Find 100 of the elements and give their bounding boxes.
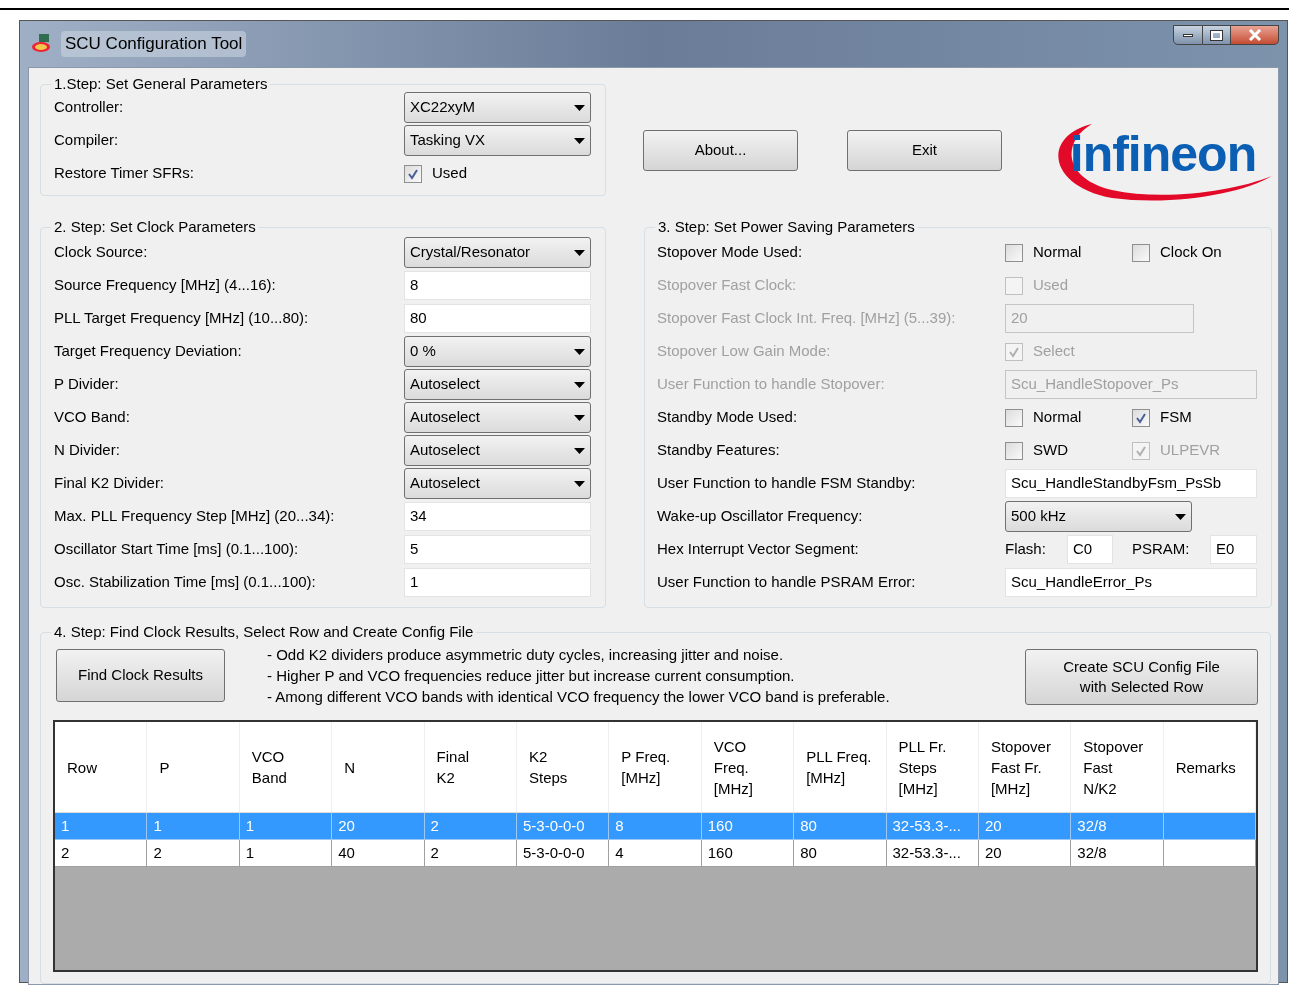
checkbox-label: Select [1033,341,1075,362]
text-field[interactable]: Scu_HandleStandbyFsm_PsSb [1005,469,1257,498]
text-field[interactable]: Scu_HandleError_Ps [1005,568,1257,597]
table-cell: 2 [55,840,148,867]
checkbox-label: ULPEVR [1160,440,1221,461]
window-title: SCU Configuration Tool [61,31,247,57]
field-label: User Function to handle Stopover: [657,374,886,395]
find-results-button[interactable]: Find Clock Results [56,649,225,702]
text-field[interactable]: 5 [404,535,591,564]
column-header[interactable]: N [332,722,425,812]
field-label: Final K2 Divider: [54,473,166,494]
hint-text: - Odd K2 dividers produce asymmetric duty cycles, increasing jitter and noise. [267,645,785,665]
caret-icon [1175,513,1186,520]
dialog-button[interactable]: About... [643,130,798,171]
field-label: User Function to handle FSM Standby: [657,473,917,494]
minimize-button[interactable] [1173,25,1203,45]
table-cell: 4 [609,840,702,867]
column-header[interactable]: Stopover Fast Fr. [MHz] [978,722,1072,812]
dropdown[interactable]: Tasking VX [404,125,591,156]
caret-icon [574,249,585,256]
caret-icon [574,480,585,487]
dropdown[interactable]: 500 kHz [1005,501,1192,532]
checkmark-icon [1008,345,1020,358]
column-header[interactable]: P [147,722,240,812]
checkbox-label: Used [1033,275,1069,296]
field-label: Controller: [54,97,125,118]
caret-icon [574,447,585,454]
column-header[interactable]: VCO Freq. [MHz] [701,722,795,812]
checkbox[interactable] [1132,243,1150,262]
field-label: Source Frequency [MHz] (4...16): [54,275,277,296]
checkmark-icon [1135,444,1147,457]
field-label: Oscillator Start Time [ms] (0.1...100): [54,539,300,560]
table-cell: 20 [978,840,1072,867]
dialog-button[interactable]: Exit [847,130,1002,171]
field-label: Clock Source: [54,242,149,263]
table-cell: 1 [239,840,333,867]
checkbox-label: SWD [1033,440,1068,461]
field-label: PSRAM: [1132,539,1191,560]
caret-icon [574,381,585,388]
column-header[interactable]: VCO Band [239,722,333,812]
caret-icon [574,414,585,421]
checkbox-label: Normal [1033,407,1082,428]
column-header[interactable]: K2 Steps [516,722,610,812]
field-label: Stopover Mode Used: [657,242,804,263]
table-cell: 32-53.3-... [886,840,979,867]
dropdown[interactable]: Autoselect [404,468,591,499]
field-label: Stopover Fast Clock: [657,275,798,296]
field-label: Standby Features: [657,440,781,461]
field-label: P Divider: [54,374,120,395]
checkmark-icon [407,167,419,180]
checkbox[interactable] [404,164,422,183]
field-label: User Function to handle PSRAM Error: [657,572,917,593]
checkbox[interactable] [1132,408,1150,427]
field-label: Osc. Stabilization Time [ms] (0.1...100): [54,572,317,593]
checkbox[interactable] [1005,243,1023,262]
field-label: VCO Band: [54,407,131,428]
checkbox-label: Normal [1033,242,1082,263]
column-header[interactable]: Final K2 [424,722,517,812]
table-row[interactable]: 2 2 1 40 2 5-3-0-0-0 4 160 80 32-53.3-... 20 32/8 [55,840,1256,867]
field-label: N Divider: [54,440,121,461]
column-header[interactable]: P Freq. [MHz] [609,722,702,812]
table-cell: 32/8 [1071,840,1164,867]
column-header[interactable]: Remarks [1163,722,1257,812]
dropdown[interactable]: Autoselect [404,402,591,433]
field-label: Restore Timer SFRs: [54,163,196,184]
dropdown[interactable]: Autoselect [404,369,591,400]
dropdown[interactable]: 0 % [404,336,591,367]
column-header[interactable]: PLL Fr. Steps [MHz] [886,722,979,812]
dropdown[interactable]: Autoselect [404,435,591,466]
close-icon [1247,29,1262,41]
table-cell: 40 [332,840,425,867]
text-field[interactable]: C0 [1067,535,1113,564]
field-label: Stopover Low Gain Mode: [657,341,832,362]
field-label: Compiler: [54,130,120,151]
checkbox[interactable] [1005,441,1023,460]
logo-text: infineon [1069,129,1257,179]
column-header[interactable]: PLL Freq. [MHz] [794,722,887,812]
create-config-button[interactable]: Create SCU Config File with Selected Row [1025,649,1258,705]
maximize-button[interactable] [1203,25,1231,45]
caret-icon [574,104,585,111]
checkbox-label: Used [432,163,468,184]
text-field[interactable]: E0 [1210,535,1257,564]
field-label: Standby Mode Used: [657,407,799,428]
column-header[interactable]: Stopover Fast N/K2 [1071,722,1164,812]
dropdown[interactable]: XC22xyM [404,92,591,123]
close-button[interactable] [1231,25,1279,45]
caret-icon [574,137,585,144]
field-label: Hex Interrupt Vector Segment: [657,539,860,560]
dropdown[interactable]: Crystal/Resonator [404,237,591,268]
column-header[interactable]: Row [55,722,148,812]
checkbox[interactable] [1005,408,1023,427]
text-field[interactable]: 34 [404,502,591,531]
table-cell: 2 [147,840,240,867]
field-label: Flash: [1005,539,1047,560]
table-cell: 2 [424,840,517,867]
text-field[interactable]: 1 [404,568,591,597]
table-cell: 160 [701,840,795,867]
hint-text: - Among different VCO bands with identical VCO frequency the lower VCO band is preferable. [267,687,890,707]
text-field[interactable]: 8 [404,271,591,300]
text-field[interactable]: 80 [404,304,591,333]
